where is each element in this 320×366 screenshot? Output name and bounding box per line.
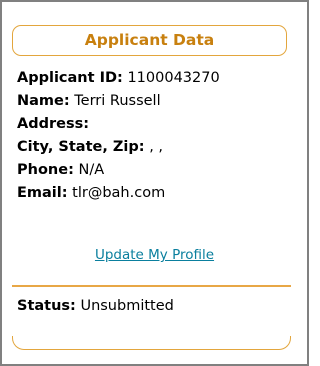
applicant-id-row: Applicant ID: 1100043270 bbox=[17, 67, 297, 90]
applicant-id-label: Applicant ID: bbox=[17, 70, 123, 86]
name-value: Terri Russell bbox=[74, 93, 161, 109]
update-profile-link[interactable]: Update My Profile bbox=[95, 247, 214, 263]
divider bbox=[12, 285, 291, 287]
email-row: Email: tlr@bah.com bbox=[17, 182, 297, 205]
panel-title: Applicant Data bbox=[12, 25, 287, 56]
name-label: Name: bbox=[17, 93, 70, 109]
phone-label: Phone: bbox=[17, 162, 74, 178]
email-label: Email: bbox=[17, 185, 68, 201]
status-row: Status: Unsubmitted bbox=[17, 295, 174, 318]
address-row: Address: bbox=[17, 113, 297, 136]
applicant-info: Applicant ID: 1100043270 Name: Terri Rus… bbox=[17, 67, 297, 205]
name-row: Name: Terri Russell bbox=[17, 90, 297, 113]
status-value: Unsubmitted bbox=[80, 298, 174, 314]
phone-value: N/A bbox=[78, 162, 105, 178]
update-profile-row: Update My Profile bbox=[2, 247, 307, 263]
phone-row: Phone: N/A bbox=[17, 159, 297, 182]
status-label: Status: bbox=[17, 298, 76, 314]
city-state-zip-value: , , bbox=[149, 139, 164, 155]
email-value: tlr@bah.com bbox=[72, 185, 166, 201]
panel-bottom-border bbox=[12, 336, 291, 350]
city-state-zip-row: City, State, Zip: , , bbox=[17, 136, 297, 159]
applicant-id-value: 1100043270 bbox=[127, 70, 220, 86]
address-label: Address: bbox=[17, 116, 90, 132]
applicant-panel: Applicant Data Applicant ID: 1100043270 … bbox=[0, 0, 309, 366]
city-state-zip-label: City, State, Zip: bbox=[17, 139, 145, 155]
